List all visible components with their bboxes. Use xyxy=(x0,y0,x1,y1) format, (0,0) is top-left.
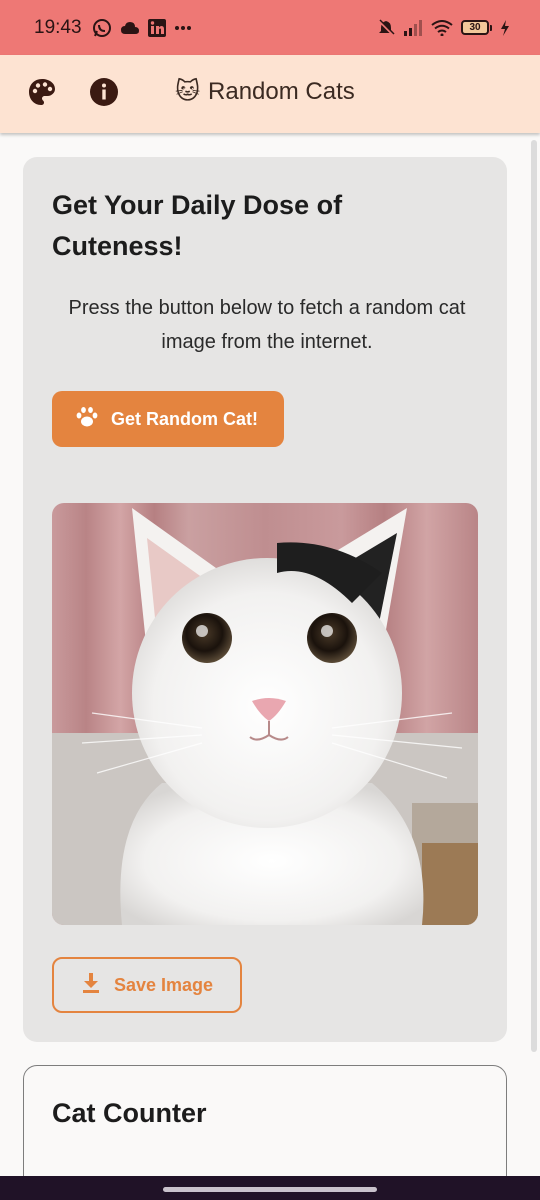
info-button[interactable] xyxy=(89,77,119,112)
app-title: 🐱 Random Cats xyxy=(175,77,355,106)
card-description: Press the button below to fetch a random… xyxy=(68,297,466,353)
main-card: Get Your Daily Dose of Cuteness! Press t… xyxy=(23,157,507,1042)
card-title: Get Your Daily Dose of Cuteness! xyxy=(52,190,343,261)
status-right-icons: 30 xyxy=(377,18,510,37)
cat-photo xyxy=(52,503,478,925)
mute-icon xyxy=(377,18,395,37)
wifi-icon xyxy=(431,19,453,36)
cat-face-icon: 🐱 xyxy=(175,78,201,105)
palette-icon xyxy=(27,77,57,112)
battery-level: 30 xyxy=(461,20,489,35)
status-left-icons xyxy=(92,18,192,38)
get-random-cat-label: Get Random Cat! xyxy=(111,408,259,429)
linkedin-icon xyxy=(147,18,166,37)
battery-icon: 30 xyxy=(461,20,492,35)
paw-icon xyxy=(75,406,111,433)
app-bar: 🐱 Random Cats xyxy=(0,55,540,133)
save-image-button[interactable]: Save Image xyxy=(52,957,242,1013)
scrollbar[interactable] xyxy=(531,140,537,1052)
status-time: 19:43 xyxy=(34,16,82,38)
signal-icon xyxy=(403,19,423,36)
charging-icon xyxy=(500,19,510,36)
more-dots-icon xyxy=(174,25,192,31)
info-icon xyxy=(89,77,119,112)
download-icon xyxy=(82,972,114,998)
save-image-label: Save Image xyxy=(114,974,214,995)
cloud-icon xyxy=(120,20,140,36)
get-random-cat-button[interactable]: Get Random Cat! xyxy=(52,391,284,447)
app-title-text: Random Cats xyxy=(208,77,355,105)
whatsapp-icon xyxy=(92,18,112,38)
status-bar: 19:43 30 xyxy=(0,0,540,55)
cat-counter-title: Cat Counter xyxy=(52,1098,207,1128)
theme-button[interactable] xyxy=(27,77,57,112)
home-gesture-handle[interactable] xyxy=(163,1187,377,1192)
navigation-bar xyxy=(0,1176,540,1200)
